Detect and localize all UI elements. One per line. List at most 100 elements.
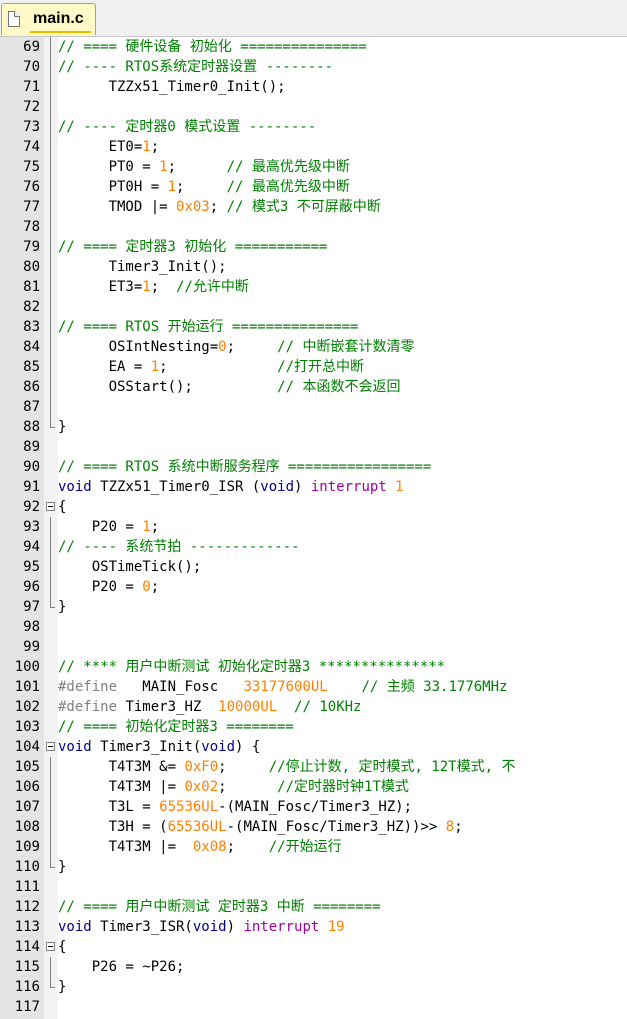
code-text: void Timer3_Init(void) { [58, 737, 260, 757]
code-token: // ==== 初始化定时器3 ======== [58, 719, 294, 735]
line-number: 99 [23, 639, 40, 655]
code-line[interactable]: 104 void Timer3_Init(void) { [0, 737, 627, 757]
line-number: 115 [14, 959, 40, 975]
code-line[interactable]: 82 [0, 297, 627, 317]
line-number: 104 [14, 739, 40, 755]
code-line[interactable]: 111 [0, 877, 627, 897]
code-token: ; [226, 839, 269, 855]
code-line[interactable]: 110} [0, 857, 627, 877]
code-token: #define [58, 679, 118, 695]
code-editor[interactable]: 69 // ==== 硬件设备 初始化 =============== 70 // -… [0, 37, 627, 1017]
code-token: 0xF0 [184, 759, 219, 775]
code-line[interactable]: 90 // ==== RTOS 系统中断服务程序 ================… [0, 457, 627, 477]
fold-line [50, 957, 51, 977]
line-number: 105 [14, 759, 40, 775]
line-number: 87 [23, 399, 40, 415]
code-line[interactable]: 95 OSTimeTick(); [0, 557, 627, 577]
code-token: void [58, 479, 92, 495]
code-token: // 最高优先级中断 [226, 179, 350, 195]
code-token: 0x08 [192, 839, 227, 855]
fold-line [50, 137, 51, 157]
line-number: 97 [23, 599, 40, 615]
code-token: void [201, 739, 236, 755]
code-text: // **** 用户中断测试 初始化定时器3 *************** [58, 657, 445, 677]
code-line[interactable]: 106 T4T3M |= 0x02; //定时器时钟1T模式 [0, 777, 627, 797]
code-line[interactable]: 77 TMOD |= 0x03; // 模式3 不可屏蔽中断 [0, 197, 627, 217]
code-line[interactable]: 84 OSIntNesting=0; // 中断嵌套计数清零 [0, 337, 627, 357]
code-line[interactable]: 117 [0, 997, 627, 1017]
tab-main-c[interactable]: main.c [1, 3, 96, 35]
code-line[interactable]: 73 // ---- 定时器0 模式设置 -------- [0, 117, 627, 137]
code-line[interactable]: 75 PT0 = 1; // 最高优先级中断 [0, 157, 627, 177]
code-line[interactable]: 93 P20 = 1; [0, 517, 627, 537]
code-line[interactable]: 81 ET3=1; //允许中断 [0, 277, 627, 297]
code-line[interactable]: 98 [0, 617, 627, 637]
code-text: T4T3M |= 0x08; //开始运行 [58, 837, 342, 857]
code-token: #define [58, 699, 118, 715]
code-line[interactable]: 99 [0, 637, 627, 657]
code-token: 0 [142, 579, 151, 595]
code-line[interactable]: 91 void TZZx51_Timer0_ISR (void) interrup… [0, 477, 627, 497]
code-line[interactable]: 103 // ==== 初始化定时器3 ======== [0, 717, 627, 737]
code-line[interactable]: 114 { [0, 937, 627, 957]
code-line[interactable]: 94 // ---- 系统节拍 ------------- [0, 537, 627, 557]
code-token: TZZx51_Timer0_Init(); [58, 79, 286, 95]
code-token: Timer3_HZ [117, 699, 219, 715]
fold-line [50, 177, 51, 197]
code-line[interactable]: 112 // ==== 用户中断测试 定时器3 中断 ======== [0, 897, 627, 917]
code-token: void [58, 739, 92, 755]
code-token: } [58, 979, 67, 995]
code-line[interactable]: 96 P20 = 0; [0, 577, 627, 597]
code-line[interactable]: 89 [0, 437, 627, 457]
code-line[interactable]: 79 // ==== 定时器3 初始化 =========== [0, 237, 627, 257]
line-number: 103 [14, 719, 40, 735]
fold-line [50, 217, 51, 237]
code-line[interactable]: 78 [0, 217, 627, 237]
fold-minus-icon[interactable] [46, 742, 55, 751]
code-line[interactable]: 88} [0, 417, 627, 437]
code-line[interactable]: 107 T3L = 65536UL-(MAIN_Fosc/Timer3_HZ); [0, 797, 627, 817]
line-number: 96 [23, 579, 40, 595]
code-line[interactable]: 86 OSStart(); // 本函数不会返回 [0, 377, 627, 397]
code-token: 0 [218, 339, 227, 355]
code-line[interactable]: 87 [0, 397, 627, 417]
fold-minus-icon[interactable] [46, 502, 55, 511]
line-number: 80 [23, 259, 40, 275]
code-line[interactable]: 101 #define MAIN_Fosc 33177600UL // 主频 33… [0, 677, 627, 697]
code-line[interactable]: 83 // ==== RTOS 开始运行 =============== [0, 317, 627, 337]
code-line[interactable]: 92 { [0, 497, 627, 517]
code-text: // ==== RTOS 开始运行 =============== [58, 317, 358, 337]
code-line[interactable]: 76 PT0H = 1; // 最高优先级中断 [0, 177, 627, 197]
code-line[interactable]: 72 [0, 97, 627, 117]
line-number: 111 [14, 879, 40, 895]
code-line[interactable]: 80 Timer3_Init(); [0, 257, 627, 277]
code-text: OSTimeTick(); [58, 557, 202, 577]
code-line[interactable]: 70 // ---- RTOS系统定时器设置 -------- [0, 57, 627, 77]
code-line[interactable]: 115 P26 = ~P26; [0, 957, 627, 977]
code-text: PT0 = 1; // 最高优先级中断 [58, 157, 350, 177]
code-line[interactable]: 108 T3H = (65536UL-(MAIN_Fosc/Timer3_HZ)… [0, 817, 627, 837]
code-line[interactable]: 113 void Timer3_ISR(void) interrupt 19 [0, 917, 627, 937]
code-token: P26 = ~P26; [58, 959, 185, 975]
code-line[interactable]: 100 // **** 用户中断测试 初始化定时器3 **************… [0, 657, 627, 677]
code-token: PT0 = [58, 159, 160, 175]
code-text: TZZx51_Timer0_Init(); [58, 77, 286, 97]
code-line[interactable]: 109 T4T3M |= 0x08; //开始运行 [0, 837, 627, 857]
line-number: 110 [14, 859, 40, 875]
code-line[interactable]: 102 #define Timer3_HZ 10000UL // 10KHz [0, 697, 627, 717]
code-token: } [58, 859, 67, 875]
code-line[interactable]: 116} [0, 977, 627, 997]
fold-minus-icon[interactable] [46, 942, 55, 951]
code-line[interactable]: 71 TZZx51_Timer0_Init(); [0, 77, 627, 97]
code-line[interactable]: 69 // ==== 硬件设备 初始化 =============== [0, 37, 627, 57]
code-line[interactable]: 74 ET0=1; [0, 137, 627, 157]
code-token: T3H = ( [58, 819, 168, 835]
code-token: // ---- 定时器0 模式设置 -------- [58, 119, 317, 135]
code-line[interactable]: 85 EA = 1; //打开总中断 [0, 357, 627, 377]
code-token: ) [294, 479, 311, 495]
code-line[interactable]: 97} [0, 597, 627, 617]
code-token: { [58, 499, 67, 515]
code-token: -(MAIN_Fosc/Timer3_HZ); [218, 799, 413, 815]
code-line[interactable]: 105 T4T3M &= 0xF0; //停止计数, 定时模式, 12T模式, … [0, 757, 627, 777]
